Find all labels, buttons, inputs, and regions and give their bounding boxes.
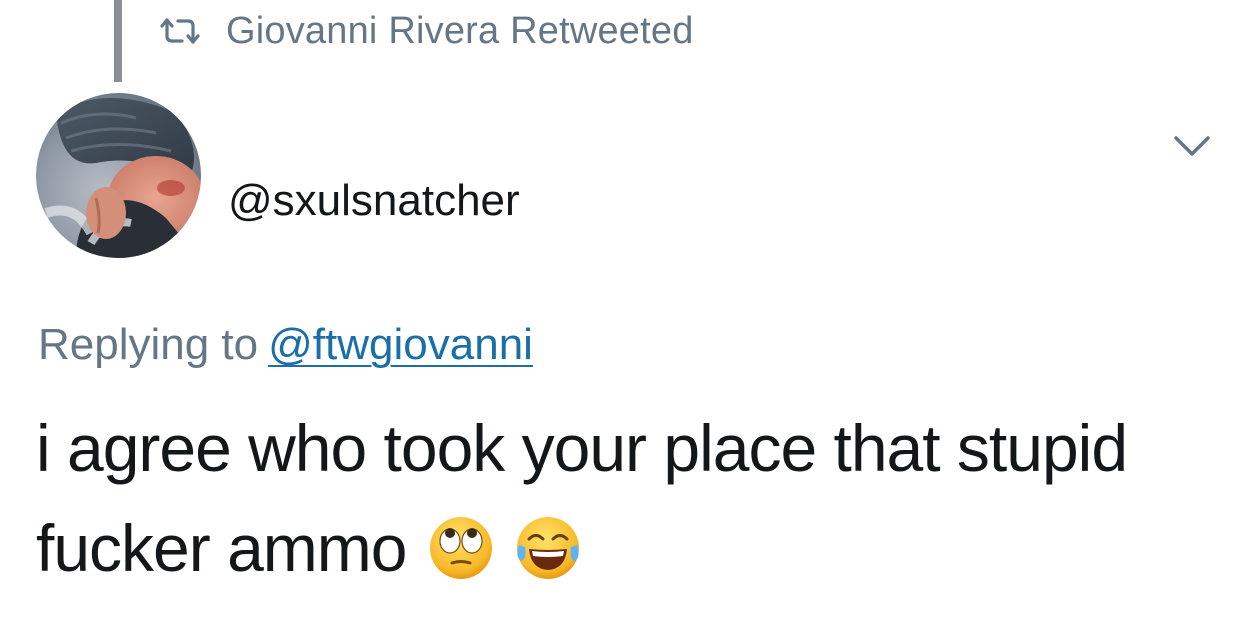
tweet-card: Giovanni Rivera Retweeted @sxulsnatcher … xyxy=(0,0,1242,634)
tweet-text: i agree who took your place that stupid … xyxy=(36,411,1128,585)
retweet-icon xyxy=(158,17,202,45)
reply-target-link[interactable]: @ftwgiovanni xyxy=(268,320,533,369)
replying-to: Replying to @ftwgiovanni xyxy=(38,320,533,370)
thread-connector-line xyxy=(114,0,122,82)
retweet-context[interactable]: Giovanni Rivera Retweeted xyxy=(158,6,694,56)
replying-to-label: Replying to xyxy=(38,320,259,369)
avatar[interactable] xyxy=(36,93,201,258)
retweet-label: Giovanni Rivera Retweeted xyxy=(226,9,694,52)
author-handle[interactable]: @sxulsnatcher xyxy=(228,176,520,226)
face-with-rolling-eyes-icon xyxy=(428,508,494,579)
face-with-tears-of-joy-icon xyxy=(515,508,581,579)
tweet-body: i agree who took your place that stupid … xyxy=(36,398,1216,598)
chevron-down-icon[interactable] xyxy=(1172,130,1212,160)
